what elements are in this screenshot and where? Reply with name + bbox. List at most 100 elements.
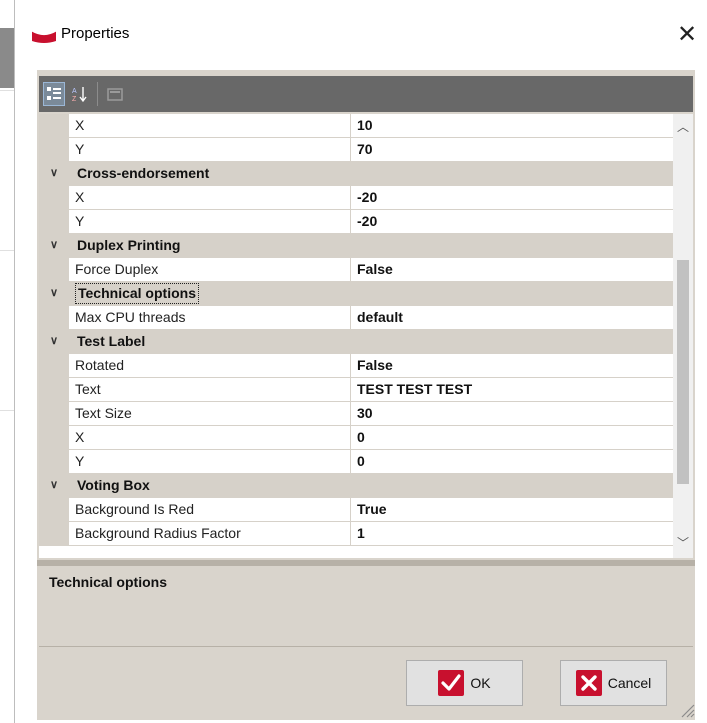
property-row[interactable]: Background Is Red True <box>39 498 673 522</box>
cancel-button-label: Cancel <box>607 675 652 691</box>
property-row[interactable]: Force Duplex False <box>39 258 673 282</box>
category-label: Test Label <box>77 333 146 349</box>
ok-button-label: OK <box>470 675 491 691</box>
property-name: Text Size <box>69 402 351 425</box>
cancel-button[interactable]: Cancel <box>560 660 667 706</box>
property-name: X <box>69 426 351 449</box>
property-value[interactable]: 10 <box>352 114 672 137</box>
background-window <box>0 0 15 723</box>
row-gutter <box>39 402 69 426</box>
property-row[interactable]: X -20 <box>39 186 673 210</box>
chevron-down-icon[interactable]: ∨ <box>39 234 69 257</box>
property-row[interactable]: Text TEST TEST TEST <box>39 378 673 402</box>
checkmark-icon <box>438 670 465 696</box>
row-gutter <box>39 186 69 210</box>
property-row[interactable]: X0 <box>39 426 673 450</box>
background-divider <box>0 410 14 411</box>
background-divider <box>0 90 14 91</box>
property-grid: X 10 Y 70 ∨ Cross-endorsement X -20 Y -20 ∨ Duplex … <box>39 114 693 558</box>
svg-text:Z: Z <box>72 96 77 103</box>
property-pages-icon <box>107 88 123 101</box>
category-row[interactable]: ∨ Technical options <box>39 282 673 306</box>
category-row[interactable]: ∨ Voting Box <box>39 474 673 498</box>
property-grid-toolbar: A Z <box>39 76 693 112</box>
property-value[interactable]: True <box>352 498 672 521</box>
category-label: Voting Box <box>77 477 150 493</box>
category-row[interactable]: ∨ Duplex Printing <box>39 234 673 258</box>
property-name: X <box>69 114 351 137</box>
property-value[interactable]: 0 <box>352 426 672 449</box>
app-logo-icon <box>31 30 57 43</box>
categorized-view-button[interactable] <box>43 82 65 106</box>
property-name: Rotated <box>69 354 351 377</box>
property-row[interactable]: Max CPU threads default <box>39 306 673 330</box>
property-row[interactable]: Y0 <box>39 450 673 474</box>
property-value[interactable]: -20 <box>352 210 672 233</box>
property-name: Text <box>69 378 351 401</box>
background-title-band <box>0 28 14 88</box>
property-pages-button[interactable] <box>104 82 126 106</box>
category-row[interactable]: ∨ Test Label <box>39 330 673 354</box>
property-value[interactable]: False <box>352 258 672 281</box>
category-label: Cross-endorsement <box>77 165 210 181</box>
title-bar: Properties ✕ <box>15 0 707 68</box>
property-name: Y <box>69 450 351 473</box>
property-value[interactable]: False <box>352 354 672 377</box>
property-value[interactable]: TEST TEST TEST <box>352 378 672 401</box>
property-name: Max CPU threads <box>69 306 351 329</box>
property-value[interactable]: 1 <box>352 522 672 545</box>
chevron-down-icon[interactable]: ∨ <box>39 474 69 497</box>
toolbar-separator <box>97 82 98 106</box>
background-divider <box>0 250 14 251</box>
property-name: Force Duplex <box>69 258 351 281</box>
property-row[interactable]: X 10 <box>39 114 673 138</box>
property-value[interactable]: 30 <box>352 402 672 425</box>
property-row[interactable]: Y 70 <box>39 138 673 162</box>
row-gutter <box>39 114 69 138</box>
property-row[interactable]: Rotated False <box>39 354 673 378</box>
scrollbar-thumb[interactable] <box>677 260 689 484</box>
resize-grip-icon[interactable] <box>677 700 695 718</box>
row-gutter <box>39 522 69 546</box>
close-button[interactable]: ✕ <box>667 16 707 52</box>
chevron-down-icon[interactable]: ∨ <box>39 330 69 353</box>
property-value[interactable]: 0 <box>352 450 672 473</box>
cross-icon <box>575 670 602 696</box>
description-panel: Technical options <box>39 566 693 647</box>
property-name: Background Is Red <box>69 498 351 521</box>
property-value[interactable]: -20 <box>352 186 672 209</box>
property-name: Y <box>69 138 351 161</box>
category-label: Technical options <box>75 283 199 304</box>
scroll-down-arrow-icon[interactable]: ﹀ <box>673 534 693 552</box>
ok-button[interactable]: OK <box>406 660 523 706</box>
category-row[interactable]: ∨ Cross-endorsement <box>39 162 673 186</box>
chevron-down-icon[interactable]: ∨ <box>39 162 69 185</box>
row-gutter <box>39 210 69 234</box>
dialog-title: Properties <box>61 25 130 42</box>
property-value[interactable]: 70 <box>352 138 672 161</box>
row-gutter <box>39 426 69 450</box>
alphabetical-sort-button[interactable]: A Z <box>69 82 91 106</box>
property-row[interactable]: Y -20 <box>39 210 673 234</box>
categorized-icon <box>47 87 61 100</box>
properties-dialog: Properties ✕ A Z X 10 Y 70 ∨ Cross-endor… <box>14 0 707 723</box>
svg-text:A: A <box>72 88 77 95</box>
property-row[interactable]: Text Size 30 <box>39 402 673 426</box>
vertical-scrollbar[interactable]: ︿ ﹀ <box>673 114 693 558</box>
row-gutter <box>39 450 69 474</box>
scroll-up-arrow-icon[interactable]: ︿ <box>673 118 693 136</box>
property-rows: X 10 Y 70 ∨ Cross-endorsement X -20 Y -20 ∨ Duplex … <box>39 114 673 546</box>
chevron-down-icon[interactable]: ∨ <box>39 282 69 305</box>
row-gutter <box>39 306 69 330</box>
row-gutter <box>39 378 69 402</box>
property-name: Background Radius Factor <box>69 522 351 545</box>
close-icon: ✕ <box>676 20 698 48</box>
row-gutter <box>39 354 69 378</box>
property-row[interactable]: Background Radius Factor 1 <box>39 522 673 546</box>
property-value[interactable]: default <box>352 306 672 329</box>
row-gutter <box>39 498 69 522</box>
property-name: X <box>69 186 351 209</box>
sort-az-icon: A Z <box>72 87 87 103</box>
dialog-body: A Z X 10 Y 70 ∨ Cross-endorsement X -20 Y -20 ∨ Dup… <box>37 70 695 720</box>
row-gutter <box>39 138 69 162</box>
